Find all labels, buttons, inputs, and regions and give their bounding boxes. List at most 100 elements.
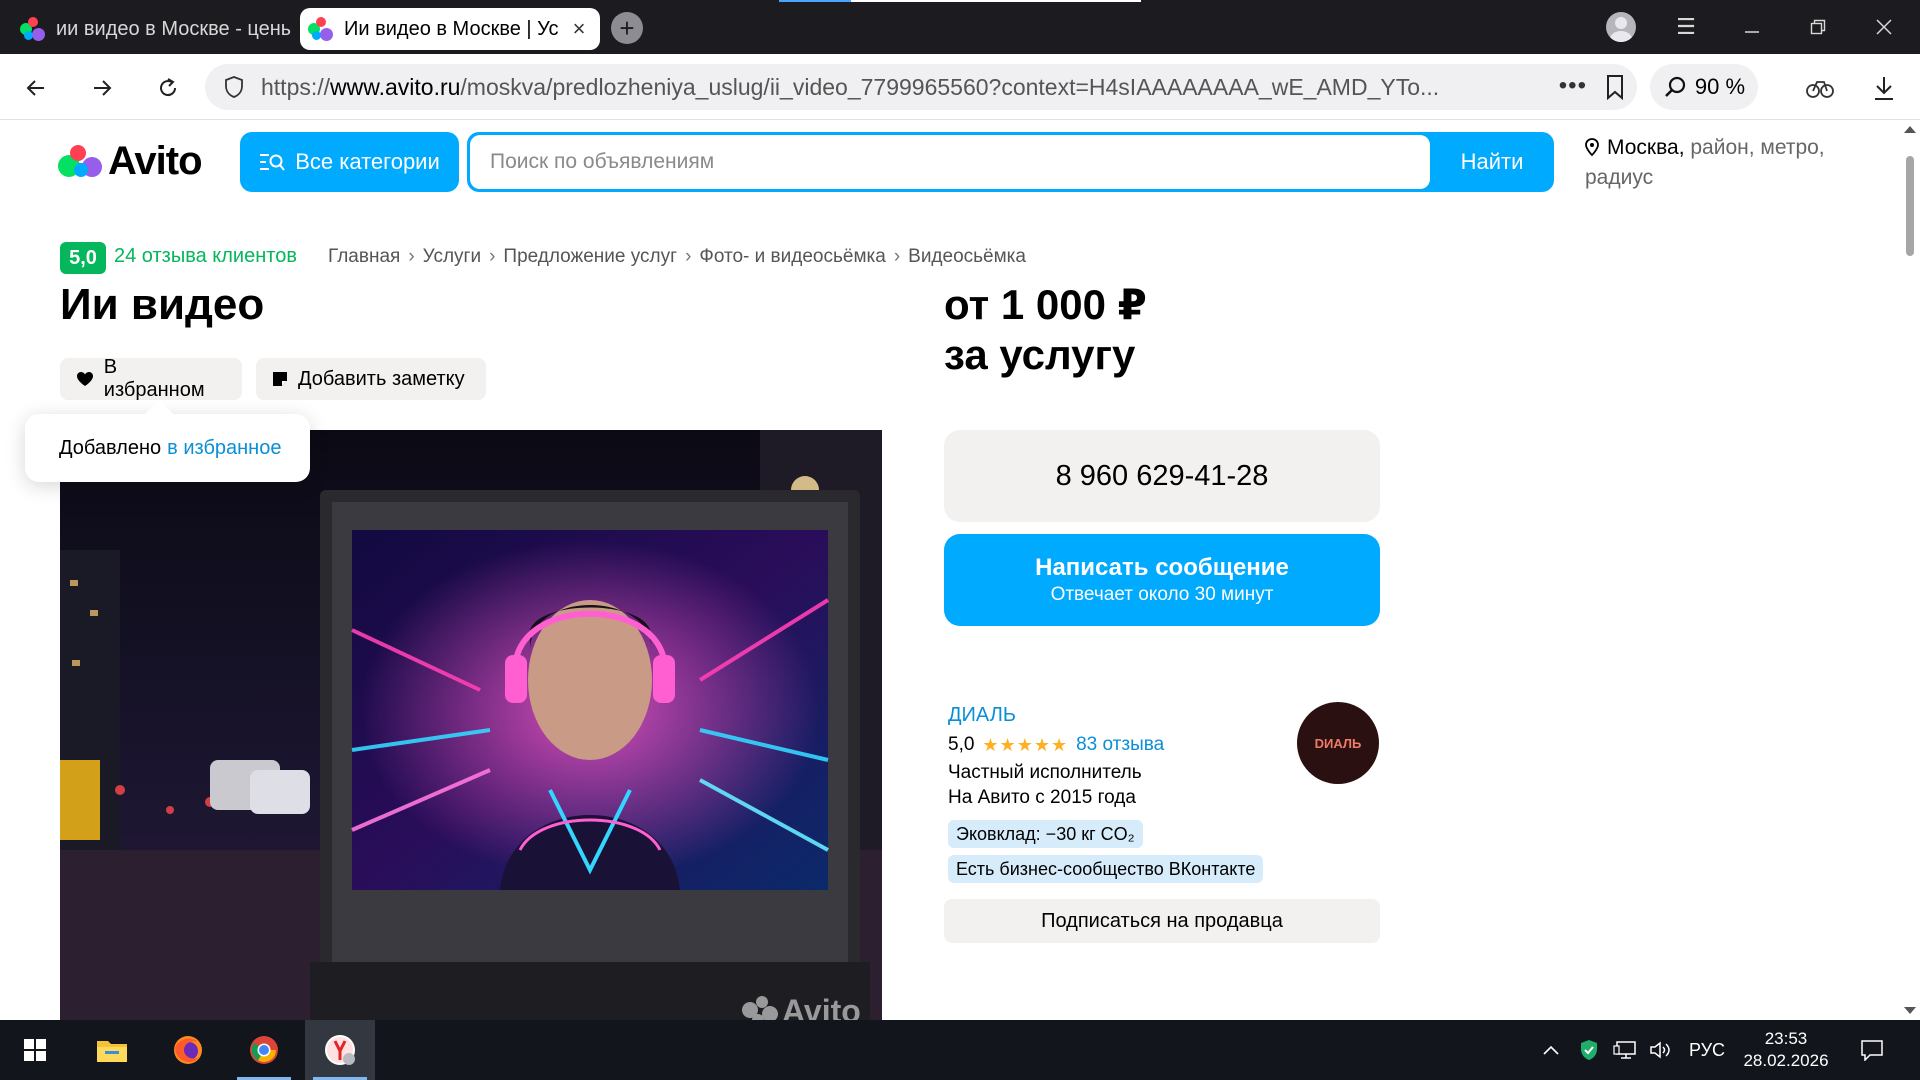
scroll-up-icon[interactable]	[1904, 126, 1916, 133]
minimize-icon[interactable]	[1732, 12, 1772, 42]
page-scrollbar[interactable]	[1900, 120, 1920, 1020]
all-categories-label: Все категории	[295, 149, 440, 174]
network-icon[interactable]	[1610, 1020, 1640, 1080]
location-city: Москва	[1607, 136, 1679, 159]
yandex-browser-icon	[325, 1035, 355, 1065]
shield-icon[interactable]	[219, 75, 249, 99]
breadcrumb-item[interactable]: Фото- и видеосьёмка	[699, 246, 885, 268]
firefox-button[interactable]	[153, 1020, 223, 1080]
search-button[interactable]: Найти	[1430, 132, 1554, 192]
breadcrumb-item[interactable]: Услуги	[423, 246, 481, 268]
input-language[interactable]: РУС	[1682, 1020, 1732, 1080]
yandex-browser-button[interactable]	[305, 1020, 375, 1080]
price-amount: от 1 000 ₽	[944, 281, 1147, 328]
client-reviews-link[interactable]: 24 отзыва клиентов	[114, 245, 297, 268]
reload-icon[interactable]	[148, 68, 188, 108]
seller-since: На Авито с 2015 года	[948, 787, 1136, 808]
more-icon[interactable]: •••	[1559, 72, 1587, 100]
folder-icon	[97, 1041, 127, 1062]
url-field[interactable]: https://www.avito.ru/moskva/predlozheniy…	[205, 64, 1637, 110]
scroll-down-icon[interactable]	[1904, 1007, 1916, 1014]
file-explorer-button[interactable]	[77, 1020, 147, 1080]
security-shield-icon[interactable]	[1574, 1020, 1604, 1080]
url-path: /moskva/predlozheniya_uslug/ii_video_779…	[460, 73, 1440, 100]
listing-photo[interactable]: Avito	[60, 430, 882, 1020]
menu-icon[interactable]: ☰	[1666, 12, 1706, 42]
windows-taskbar: РУС 23:53 28.02.2026	[0, 1020, 1920, 1080]
chrome-button[interactable]	[229, 1020, 299, 1080]
breadcrumb-separator: ›	[893, 246, 901, 267]
listing-title: Ии видео	[60, 280, 265, 329]
tab-search-results[interactable]: ии видео в Москве - цены	[12, 8, 292, 50]
avatar-logo-text: DИАЛЬ	[1314, 735, 1362, 751]
close-window-icon[interactable]	[1864, 12, 1904, 42]
breadcrumb: Главная › Услуги › Предложение услуг › Фото…	[328, 246, 1026, 268]
extensions-icon[interactable]	[1800, 68, 1840, 108]
star-rating-icon: ★★★★★	[982, 734, 1069, 755]
notifications-icon[interactable]	[1852, 1020, 1892, 1080]
back-icon[interactable]	[16, 68, 56, 108]
start-button[interactable]	[0, 1020, 70, 1080]
logo-text: Avito	[108, 138, 203, 183]
vk-community-tag[interactable]: Есть бизнес-сообщество ВКонтакте	[948, 855, 1264, 883]
seller-type: Частный исполнитель	[948, 762, 1142, 783]
write-message-button[interactable]: Написать сообщение Отвечает около 30 мин…	[944, 534, 1380, 626]
location-selector[interactable]: Москва, район, метро, радиус	[1585, 134, 1845, 192]
seller-avatar[interactable]: DИАЛЬ	[1297, 702, 1379, 784]
toast-favorites-link[interactable]: в избранное	[167, 437, 281, 460]
browser-address-bar: https://www.avito.ru/moskva/predlozheniy…	[0, 54, 1920, 120]
clock-time: 23:53	[1764, 1029, 1808, 1048]
seller-name-link[interactable]: ДИАЛЬ	[948, 704, 1016, 727]
breadcrumb-separator: ›	[685, 246, 692, 267]
profile-avatar-icon[interactable]	[1606, 12, 1636, 42]
favorite-button[interactable]: В избранном	[60, 356, 242, 401]
zoom-indicator[interactable]: 90 %	[1650, 64, 1758, 110]
listing-price: от 1 000 ₽ за услугу	[944, 280, 1147, 380]
volume-icon[interactable]	[1646, 1020, 1676, 1080]
breadcrumb-item[interactable]: Предложение услуг	[503, 246, 677, 268]
forward-icon[interactable]	[82, 68, 122, 108]
photo-watermark: Avito	[782, 993, 861, 1020]
download-icon[interactable]	[1864, 68, 1904, 108]
avito-favicon-icon	[18, 15, 46, 43]
breadcrumb-item[interactable]: Видеосьёмка	[908, 246, 1026, 268]
search-bar: Найти	[467, 132, 1554, 192]
rating-badge: 5,0	[60, 242, 106, 274]
seller-rating: 5,0 ★★★★★ 83 отзыва	[948, 734, 1164, 756]
clock-date: 28.02.2026	[1743, 1051, 1829, 1070]
url-text: https://www.avito.ru/moskva/predlozheniy…	[261, 74, 1561, 101]
price-unit: за услугу	[944, 331, 1136, 378]
all-categories-button[interactable]: Все категории	[240, 132, 459, 192]
heart-icon	[77, 372, 93, 386]
seller-reviews-link[interactable]: 83 отзыва	[1076, 734, 1164, 756]
zoom-icon	[1665, 76, 1686, 97]
favorite-toast: Добавлено в избранное	[25, 414, 310, 482]
system-clock[interactable]: 23:53 28.02.2026	[1742, 1028, 1830, 1072]
eco-contribution-tag[interactable]: Эковклад: −30 кг CO₂	[948, 820, 1143, 848]
restore-icon[interactable]	[1798, 12, 1838, 42]
toast-text: Добавлено	[59, 436, 162, 459]
avito-logo[interactable]: Avito	[58, 138, 203, 184]
new-tab-button[interactable]: +	[611, 12, 643, 44]
url-scheme: https://	[261, 73, 331, 100]
tab-close-icon[interactable]: ×	[566, 16, 592, 42]
tray-overflow-icon[interactable]	[1536, 1020, 1566, 1080]
tab-title: Ии видео в Москве | Ус	[344, 17, 559, 40]
avito-logo-icon	[58, 141, 102, 181]
add-note-button[interactable]: Добавить заметку	[256, 358, 486, 400]
note-icon	[273, 372, 287, 386]
tab-loading-indicator	[779, 0, 1141, 2]
bookmark-icon[interactable]	[1605, 74, 1625, 105]
neon-billboard-image: Avito	[60, 430, 882, 1020]
breadcrumb-item[interactable]: Главная	[328, 246, 400, 268]
seller-rating-value: 5,0	[948, 734, 975, 755]
tab-current-listing[interactable]: Ии видео в Москве | Ус ×	[300, 8, 600, 50]
phone-number-button[interactable]: 8 960 629-41-28	[944, 430, 1380, 522]
zoom-level: 90 %	[1694, 74, 1746, 99]
breadcrumb-separator: ›	[408, 246, 415, 267]
search-input[interactable]	[470, 135, 1430, 189]
subscribe-seller-button[interactable]: Подписаться на продавца	[944, 899, 1380, 943]
scrollbar-thumb[interactable]	[1906, 156, 1914, 256]
url-domain: www.avito.ru	[330, 73, 461, 100]
breadcrumb-separator: ›	[489, 246, 496, 267]
